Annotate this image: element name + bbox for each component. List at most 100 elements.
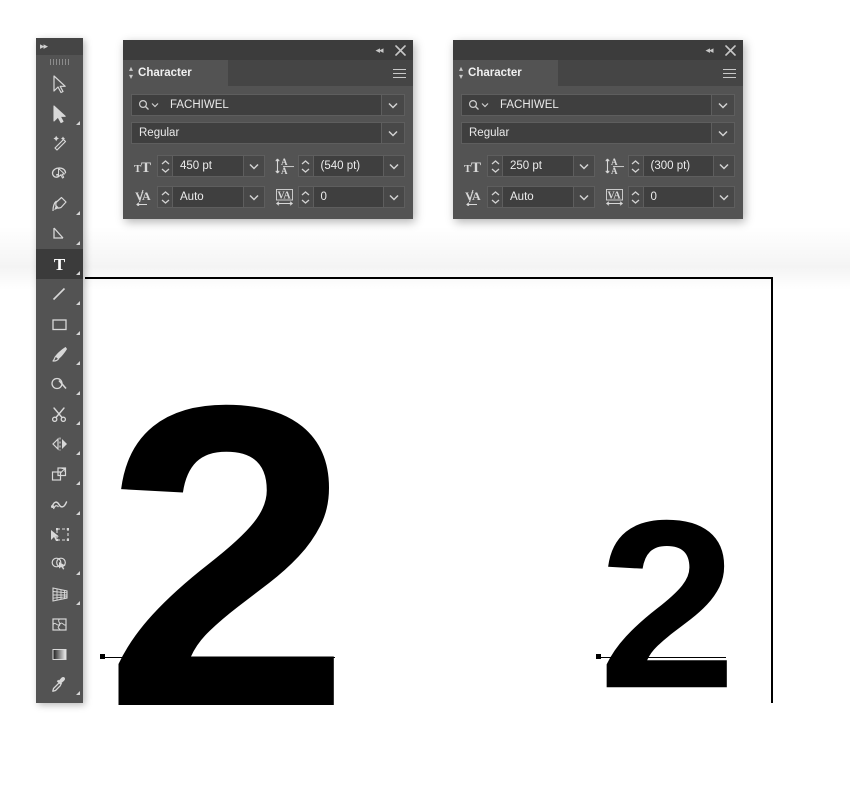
chevron-down-icon[interactable] bbox=[243, 155, 265, 177]
selection-tool[interactable] bbox=[36, 69, 83, 99]
panel-menu-icon[interactable] bbox=[723, 60, 736, 86]
tool-flyout-indicator[interactable] bbox=[76, 361, 80, 365]
tool-flyout-indicator[interactable] bbox=[76, 571, 80, 575]
search-icon[interactable] bbox=[132, 99, 163, 111]
type-object-large[interactable]: 2 bbox=[103, 342, 352, 772]
gradient-tool[interactable] bbox=[36, 639, 83, 669]
tools-panel[interactable]: ▸▸ T bbox=[36, 38, 83, 703]
chevron-down-icon[interactable] bbox=[381, 123, 404, 143]
panel-tab-row[interactable]: ▴ ▾ Character bbox=[453, 60, 743, 86]
font-style-combo[interactable]: Regular bbox=[131, 122, 405, 144]
tool-flyout-indicator[interactable] bbox=[76, 601, 80, 605]
tool-flyout-indicator[interactable] bbox=[76, 511, 80, 515]
type-anchor-point-large[interactable] bbox=[100, 654, 105, 659]
tools-panel-drag-grip[interactable] bbox=[36, 55, 83, 69]
tab-character[interactable]: ▴ ▾ Character bbox=[123, 60, 228, 86]
tool-flyout-indicator[interactable] bbox=[76, 271, 80, 275]
leading-stepper[interactable] bbox=[297, 155, 313, 177]
mesh-tool[interactable] bbox=[36, 609, 83, 639]
chevron-down-icon[interactable] bbox=[711, 123, 734, 143]
tool-flyout-indicator[interactable] bbox=[76, 331, 80, 335]
paintbrush-tool[interactable] bbox=[36, 339, 83, 369]
leading-input[interactable]: (540 pt) bbox=[312, 155, 384, 177]
shape-builder-tool[interactable] bbox=[36, 549, 83, 579]
chevron-down-icon[interactable] bbox=[573, 186, 595, 208]
kerning-stepper[interactable] bbox=[157, 186, 172, 208]
line-segment-tool[interactable] bbox=[36, 279, 83, 309]
leading-field[interactable]: A A (540 pt) bbox=[272, 154, 405, 178]
chevron-down-icon[interactable] bbox=[381, 95, 404, 115]
tracking-stepper[interactable] bbox=[627, 186, 643, 208]
pen-tool[interactable] bbox=[36, 189, 83, 219]
kerning-input[interactable]: Auto bbox=[172, 186, 244, 208]
tool-flyout-indicator[interactable] bbox=[76, 451, 80, 455]
scissors-tool[interactable] bbox=[36, 399, 83, 429]
tool-flyout-indicator[interactable] bbox=[76, 121, 80, 125]
reflect-tool[interactable] bbox=[36, 429, 83, 459]
search-icon[interactable] bbox=[462, 99, 493, 111]
chevron-down-icon[interactable] bbox=[573, 155, 595, 177]
leading-input[interactable]: (300 pt) bbox=[642, 155, 714, 177]
panel-tab-row[interactable]: ▴ ▾ Character bbox=[123, 60, 413, 86]
tool-flyout-indicator[interactable] bbox=[76, 211, 80, 215]
panel-titlebar[interactable]: ◂◂ bbox=[453, 40, 743, 60]
collapse-panel-icon[interactable]: ◂◂ bbox=[371, 40, 387, 60]
font-size-input[interactable]: 250 pt bbox=[502, 155, 574, 177]
collapse-panel-icon[interactable]: ◂◂ bbox=[701, 40, 717, 60]
leading-stepper[interactable] bbox=[627, 155, 643, 177]
tab-expand-icon[interactable]: ▴ ▾ bbox=[459, 65, 463, 81]
close-panel-icon[interactable] bbox=[391, 40, 409, 60]
tab-character[interactable]: ▴ ▾ Character bbox=[453, 60, 558, 86]
character-panel-1[interactable]: ◂◂ ▴ ▾ Character FACHIWEL Regular T T 45… bbox=[123, 40, 413, 219]
close-panel-icon[interactable] bbox=[721, 40, 739, 60]
chevron-down-icon[interactable] bbox=[711, 95, 734, 115]
tool-flyout-indicator[interactable] bbox=[76, 421, 80, 425]
font-family-combo[interactable]: FACHIWEL bbox=[461, 94, 735, 116]
type-anchor-point-small[interactable] bbox=[596, 654, 601, 659]
font-style-combo[interactable]: Regular bbox=[461, 122, 735, 144]
type-object-small[interactable]: 2 bbox=[598, 484, 737, 724]
font-size-field[interactable]: T T 450 pt bbox=[131, 154, 265, 178]
font-family-combo[interactable]: FACHIWEL bbox=[131, 94, 405, 116]
panel-titlebar[interactable]: ◂◂ bbox=[123, 40, 413, 60]
chevron-down-icon[interactable] bbox=[714, 186, 735, 208]
rectangle-tool[interactable] bbox=[36, 309, 83, 339]
kerning-field[interactable]: V A Auto bbox=[461, 185, 595, 209]
scale-tool[interactable] bbox=[36, 459, 83, 489]
font-size-stepper[interactable] bbox=[157, 155, 172, 177]
tracking-field[interactable]: VA 0 bbox=[602, 185, 735, 209]
font-size-field[interactable]: T T 250 pt bbox=[461, 154, 595, 178]
tool-flyout-indicator[interactable] bbox=[76, 241, 80, 245]
perspective-grid-tool[interactable] bbox=[36, 579, 83, 609]
magic-wand-tool[interactable] bbox=[36, 129, 83, 159]
chevron-down-icon[interactable] bbox=[384, 186, 405, 208]
kerning-stepper[interactable] bbox=[487, 186, 502, 208]
tracking-stepper[interactable] bbox=[297, 186, 313, 208]
tool-flyout-indicator[interactable] bbox=[76, 691, 80, 695]
kerning-field[interactable]: V A Auto bbox=[131, 185, 265, 209]
tool-flyout-indicator[interactable] bbox=[76, 301, 80, 305]
panel-menu-icon[interactable] bbox=[393, 60, 406, 86]
tool-flyout-indicator[interactable] bbox=[76, 481, 80, 485]
font-size-input[interactable]: 450 pt bbox=[172, 155, 244, 177]
double-chevron-right-icon[interactable]: ▸▸ bbox=[40, 41, 48, 51]
lasso-tool[interactable] bbox=[36, 159, 83, 189]
width-tool[interactable] bbox=[36, 489, 83, 519]
type-tool[interactable]: T bbox=[36, 249, 83, 279]
free-transform-tool[interactable] bbox=[36, 519, 83, 549]
character-panel-2[interactable]: ◂◂ ▴ ▾ Character FACHIWEL Regular T T 25… bbox=[453, 40, 743, 219]
kerning-input[interactable]: Auto bbox=[502, 186, 574, 208]
chevron-down-icon[interactable] bbox=[243, 186, 265, 208]
chevron-down-icon[interactable] bbox=[384, 155, 405, 177]
direct-selection-tool[interactable] bbox=[36, 99, 83, 129]
tool-flyout-indicator[interactable] bbox=[76, 391, 80, 395]
tracking-input[interactable]: 0 bbox=[642, 186, 714, 208]
tracking-field[interactable]: VA 0 bbox=[272, 185, 405, 209]
curvature-tool[interactable] bbox=[36, 219, 83, 249]
font-size-stepper[interactable] bbox=[487, 155, 502, 177]
tab-expand-icon[interactable]: ▴ ▾ bbox=[129, 65, 133, 81]
eyedropper-tool[interactable] bbox=[36, 669, 83, 699]
leading-field[interactable]: A A (300 pt) bbox=[602, 154, 735, 178]
tracking-input[interactable]: 0 bbox=[312, 186, 384, 208]
chevron-down-icon[interactable] bbox=[714, 155, 735, 177]
